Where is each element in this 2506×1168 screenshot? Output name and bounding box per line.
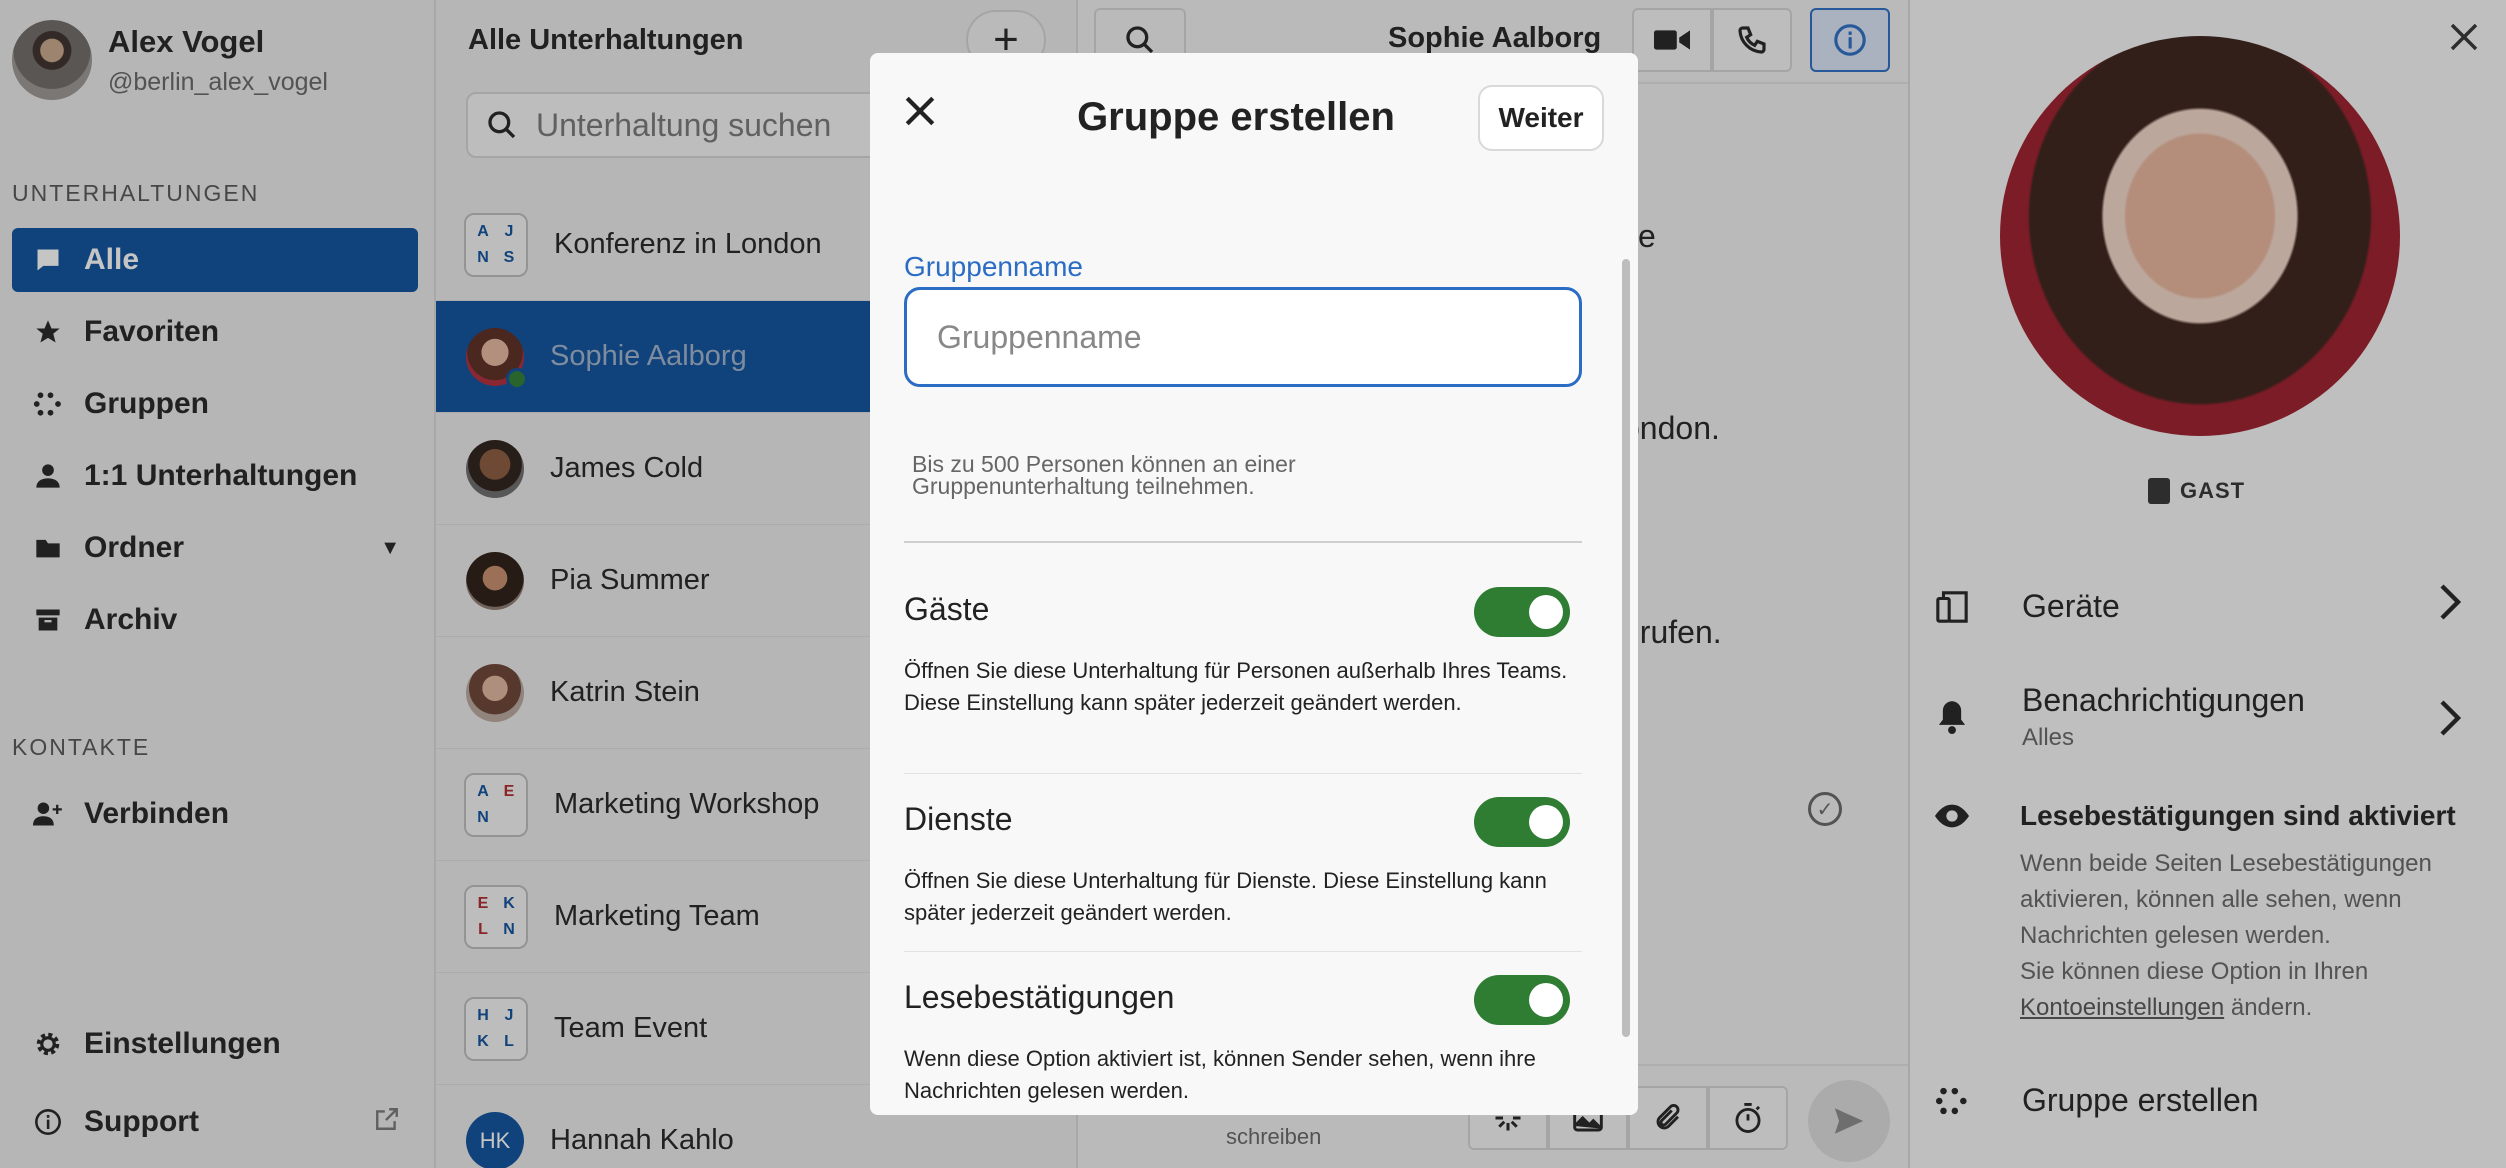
services-option-description: Öffnen Sie diese Unterhaltung für Dienst… bbox=[904, 868, 1547, 925]
read-receipts-toggle[interactable] bbox=[1474, 975, 1570, 1025]
read-receipts-option-title: Lesebestätigungen bbox=[904, 979, 1175, 1015]
guests-toggle[interactable] bbox=[1474, 587, 1570, 637]
divider bbox=[904, 541, 1582, 543]
dialog-scrollbar[interactable] bbox=[1622, 259, 1630, 1037]
dialog-title: Gruppe erstellen bbox=[1077, 95, 1395, 139]
create-group-dialog: Gruppe erstellen Weiter Gruppenname Bis … bbox=[870, 53, 1638, 1115]
guests-option-title: Gäste bbox=[904, 591, 990, 627]
guests-option-description: Öffnen Sie diese Unterhaltung für Person… bbox=[904, 658, 1568, 715]
divider bbox=[904, 951, 1582, 952]
services-option-title: Dienste bbox=[904, 801, 1013, 837]
group-name-input[interactable] bbox=[904, 287, 1582, 387]
group-name-label: Gruppenname bbox=[904, 251, 1084, 282]
divider bbox=[904, 773, 1582, 774]
services-toggle[interactable] bbox=[1474, 797, 1570, 847]
next-button[interactable]: Weiter bbox=[1478, 85, 1604, 151]
group-size-hint: Bis zu 500 Personen können an einer Grup… bbox=[912, 451, 1296, 499]
read-receipts-option-description: Wenn diese Option aktiviert ist, können … bbox=[904, 1046, 1536, 1103]
